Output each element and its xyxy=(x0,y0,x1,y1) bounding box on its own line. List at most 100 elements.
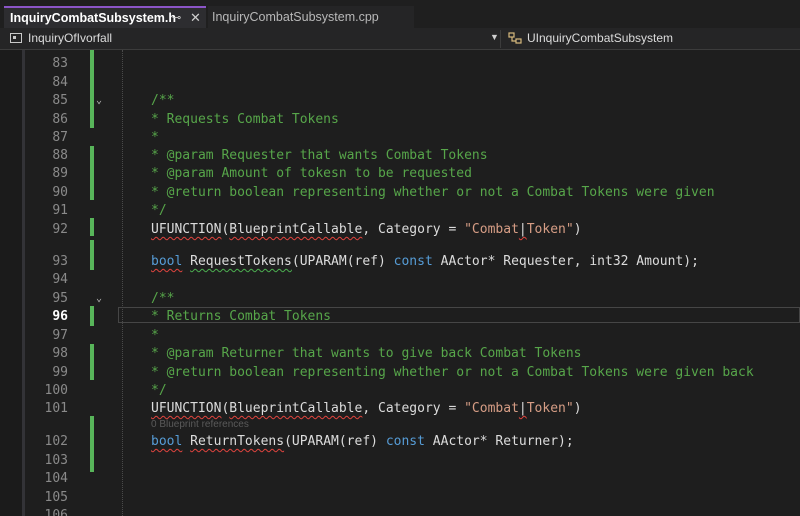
code-token: UFUNCTION xyxy=(151,222,222,237)
code-token: Category xyxy=(378,401,441,416)
chevron-down-icon[interactable]: ⌄ xyxy=(96,290,102,308)
line-number: 91 xyxy=(52,203,68,218)
line-number: 87 xyxy=(52,130,68,145)
code-token: "Combat xyxy=(464,401,519,416)
line-number: 97 xyxy=(52,328,68,343)
line-number: 95 xyxy=(52,291,68,306)
code-token: ReturnTokens xyxy=(190,434,285,449)
code-line: * @return boolean representing whether o… xyxy=(151,185,715,200)
line-number: 100 xyxy=(44,383,68,398)
code-token: UPARAM xyxy=(299,254,347,269)
code-token: AActor* xyxy=(424,434,496,449)
code-token: (ref) xyxy=(346,254,394,269)
code-line: UFUNCTION(BlueprintCallable, Category = … xyxy=(151,400,582,418)
code-line: */ xyxy=(151,203,167,218)
code-token: UPARAM xyxy=(291,434,339,449)
class-icon xyxy=(508,32,522,44)
code-token: Token" xyxy=(526,401,574,416)
code-token: RequestTokens xyxy=(190,254,292,269)
line-number: 85 xyxy=(52,93,68,108)
code-token: UFUNCTION xyxy=(151,401,222,416)
line-number: 84 xyxy=(52,75,68,90)
code-token: Returner); xyxy=(495,434,574,449)
code-line: * xyxy=(151,328,159,343)
code-line: /** xyxy=(151,291,175,306)
code-token: ) xyxy=(573,222,582,237)
tab-label: InquiryCombatSubsystem.h xyxy=(10,11,176,25)
code-token: Category xyxy=(378,222,441,237)
change-bar xyxy=(90,306,94,326)
line-number: 102 xyxy=(44,434,68,449)
code-token: (ref) xyxy=(338,434,386,449)
code-line: bool RequestTokens(UPARAM(ref) const AAc… xyxy=(151,253,699,271)
code-line: * Requests Combat Tokens xyxy=(151,112,339,127)
code-line: * @return boolean representing whether o… xyxy=(151,365,754,380)
chevron-down-icon[interactable]: ▼ xyxy=(490,32,499,42)
line-number: 101 xyxy=(44,401,68,416)
change-bar xyxy=(90,344,94,380)
code-token: const xyxy=(393,254,433,269)
code-token: bool xyxy=(151,434,183,449)
project-dropdown[interactable]: InquiryOfIvorfall xyxy=(10,31,112,45)
code-line: * @param Amount of tokesn to be requeste… xyxy=(151,166,472,181)
code-token: const xyxy=(385,434,425,449)
line-number: 104 xyxy=(44,471,68,486)
code-token: | xyxy=(518,222,527,237)
line-number: 106 xyxy=(44,508,68,516)
indent-guide xyxy=(122,50,123,516)
code-token: AActor* xyxy=(432,254,504,269)
change-bar xyxy=(90,218,94,236)
code-token: = xyxy=(440,222,465,237)
code-token: ( xyxy=(284,434,292,449)
code-token: "Combat xyxy=(464,222,519,237)
line-number: 90 xyxy=(52,185,68,200)
code-line: * @param Returner that wants to give bac… xyxy=(151,346,582,361)
editor-margin xyxy=(0,50,22,516)
line-number: 105 xyxy=(44,490,68,505)
code-token: Token" xyxy=(526,222,574,237)
line-number: 93 xyxy=(52,254,68,269)
line-number: 89 xyxy=(52,166,68,181)
line-number: 94 xyxy=(52,272,68,287)
change-bar xyxy=(90,146,94,200)
change-bar xyxy=(90,240,94,270)
code-token: , xyxy=(362,222,378,237)
scope-dropdown[interactable]: UInquiryCombatSubsystem xyxy=(508,31,673,45)
code-token: | xyxy=(518,401,527,416)
blueprint-references-hint[interactable]: 0 Blueprint references xyxy=(151,419,249,430)
change-bar xyxy=(90,50,94,128)
line-number: 99 xyxy=(52,365,68,380)
code-line: * xyxy=(151,130,159,145)
code-line: * Returns Combat Tokens xyxy=(151,309,332,324)
line-number: 88 xyxy=(52,148,68,163)
code-line: * @param Requester that wants Combat Tok… xyxy=(151,148,488,163)
code-token: , xyxy=(362,401,378,416)
tab-label: InquiryCombatSubsystem.cpp xyxy=(212,10,379,24)
line-number: 103 xyxy=(44,453,68,468)
chevron-down-icon[interactable]: ⌄ xyxy=(96,92,102,110)
line-number: 98 xyxy=(52,346,68,361)
code-token: ( xyxy=(291,254,300,269)
change-bar xyxy=(90,416,94,472)
code-token: int32 xyxy=(589,254,629,269)
line-number: 83 xyxy=(52,56,68,71)
code-token: BlueprintCallable xyxy=(229,222,363,237)
project-name: InquiryOfIvorfall xyxy=(28,31,113,45)
scope-name: UInquiryCombatSubsystem xyxy=(527,31,674,45)
code-line: */ xyxy=(151,383,167,398)
tab-inquiry-combat-subsystem-cpp[interactable]: InquiryCombatSubsystem.cpp xyxy=(208,6,414,28)
tab-bar: InquiryCombatSubsystem.h ⊸ ✕ InquiryComb… xyxy=(0,0,800,28)
code-token: = xyxy=(440,401,465,416)
project-icon xyxy=(10,33,22,43)
close-icon[interactable]: ✕ xyxy=(190,10,201,26)
tab-inquiry-combat-subsystem-h[interactable]: InquiryCombatSubsystem.h ⊸ ✕ xyxy=(4,6,206,28)
code-token: bool xyxy=(151,254,183,269)
code-token: ) xyxy=(573,401,582,416)
code-token: Amount); xyxy=(628,254,699,269)
code-line: UFUNCTION(BlueprintCallable, Category = … xyxy=(151,221,582,239)
code-token: BlueprintCallable xyxy=(229,401,363,416)
code-line: /** xyxy=(151,93,175,108)
code-line: bool ReturnTokens(UPARAM(ref) const AAct… xyxy=(151,433,574,451)
pin-icon[interactable]: ⊸ xyxy=(172,11,181,24)
code-editor[interactable]: 83 84 85 86 87 88 89 90 91 92 93 94 95 9… xyxy=(0,50,800,516)
